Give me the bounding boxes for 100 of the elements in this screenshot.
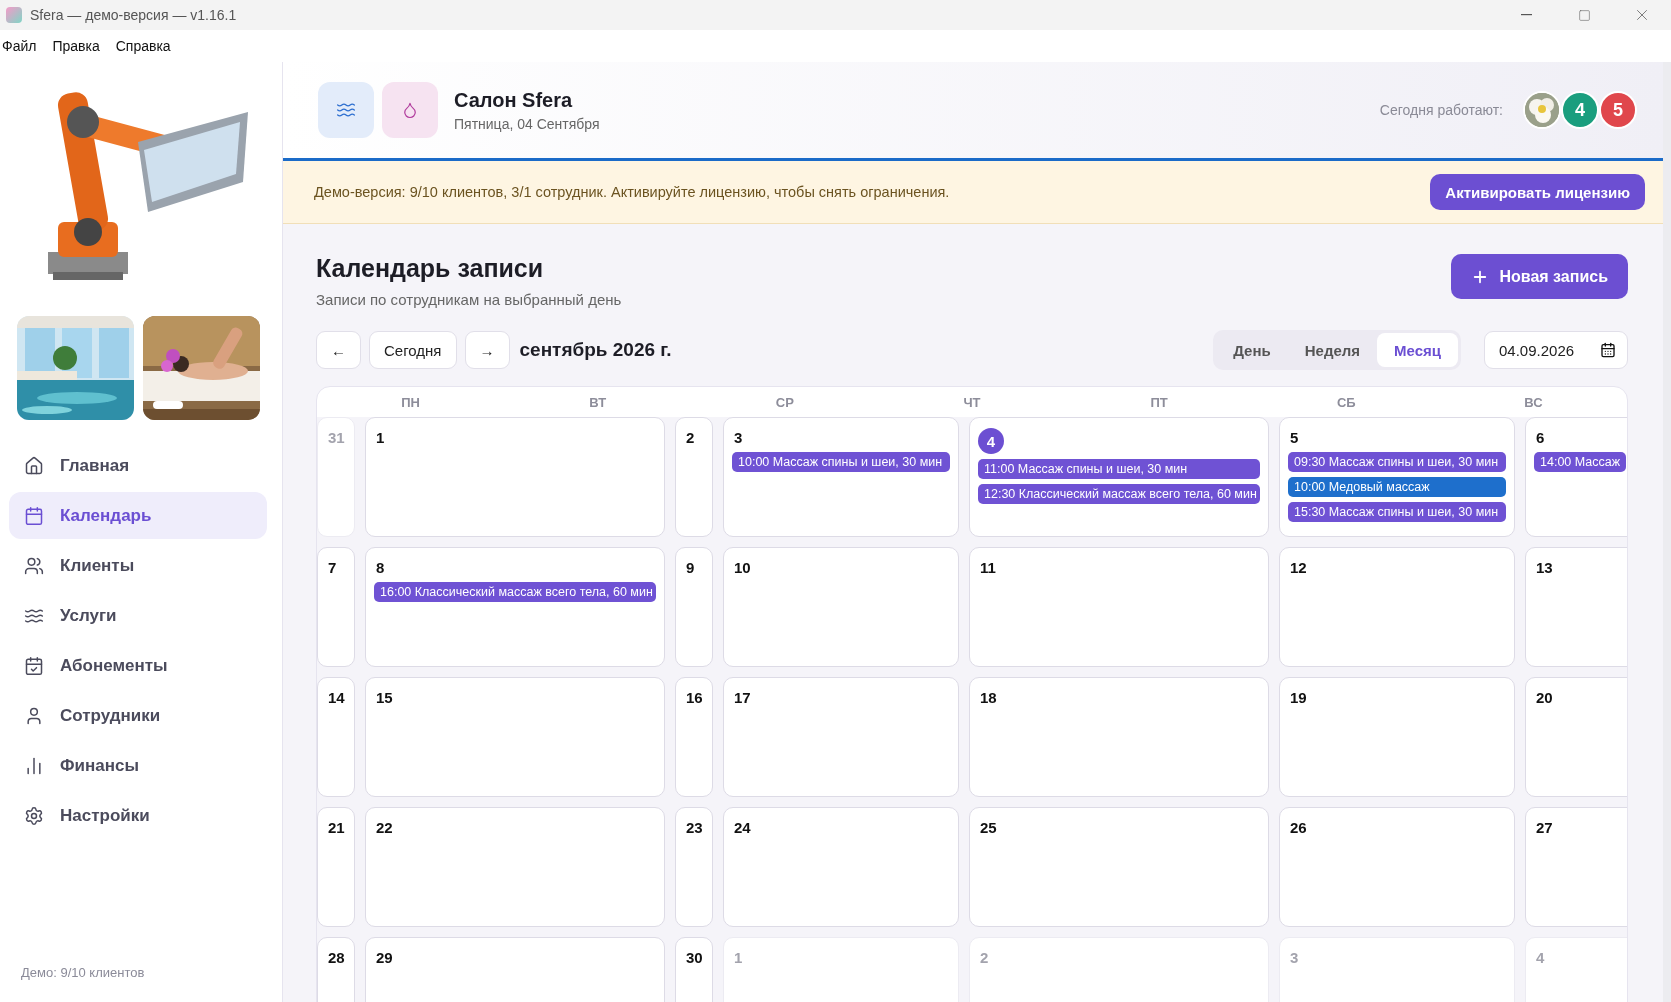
page-title: Календарь записи <box>316 254 545 283</box>
day-number: 15 <box>375 688 394 707</box>
day-number: 25 <box>979 818 998 837</box>
calendar-check-icon <box>24 655 44 676</box>
staff-avatar[interactable] <box>1523 91 1561 129</box>
settings-icon <box>24 805 44 826</box>
day-cell[interactable]: 25 <box>969 807 1269 927</box>
day-cell[interactable]: 14 <box>317 677 355 797</box>
window-title: Sfera — демо-версия — v1.16.1 <box>30 7 237 23</box>
user-icon <box>24 705 44 726</box>
day-cell[interactable]: 29 <box>365 937 665 1002</box>
day-cell[interactable]: 3 10:00 Массаж спины и шеи, 30 мин <box>723 417 959 537</box>
nav-item[interactable]: Главная <box>9 442 267 489</box>
day-number: 10 <box>733 558 752 577</box>
nav-item[interactable]: Абонементы <box>9 642 267 689</box>
day-cell[interactable]: 11 <box>969 547 1269 667</box>
day-cell[interactable]: 30 <box>675 937 713 1002</box>
day-number: 8 <box>375 558 386 577</box>
nav-item[interactable]: Настройки <box>9 792 267 839</box>
day-number: 24 <box>733 818 752 837</box>
day-number: 29 <box>375 948 394 967</box>
day-cell[interactable]: 1 <box>365 417 665 537</box>
appointment[interactable]: 09:30 Массаж спины и шеи, 30 мин <box>1288 452 1506 472</box>
day-cell[interactable]: 5 09:30 Массаж спины и шеи, 30 мин 10:00 Медовый массаж 15:30 Массаж спины и шеи, 30 мин <box>1279 417 1515 537</box>
menu-item[interactable]: Правка <box>50 38 108 54</box>
new-appointment-button[interactable]: Новая запись <box>1451 254 1628 299</box>
view-tab[interactable]: Месяц <box>1377 333 1458 367</box>
calendar-icon[interactable] <box>1600 342 1616 358</box>
nav-item[interactable]: Календарь <box>9 492 267 539</box>
day-cell[interactable]: 22 <box>365 807 665 927</box>
minimize-icon <box>1520 14 1532 16</box>
day-number: 3 <box>733 428 744 447</box>
day-cell[interactable]: 7 <box>317 547 355 667</box>
day-cell[interactable]: 24 <box>723 807 959 927</box>
appointment[interactable]: 16:00 Классический массаж всего тела, 60 мин <box>374 582 656 602</box>
appointment[interactable]: 14:00 Массаж <box>1534 452 1627 472</box>
day-number: 5 <box>1289 428 1300 447</box>
nav-item[interactable]: Клиенты <box>9 542 267 589</box>
day-cell[interactable]: 20 <box>1525 677 1627 797</box>
day-cell[interactable]: 2 <box>675 417 713 537</box>
appointment[interactable]: 10:00 Медовый массаж <box>1288 477 1506 497</box>
staff-avatar[interactable]: 5 <box>1599 91 1637 129</box>
weekday-label: ВТ <box>588 394 608 410</box>
menu-item[interactable]: Справка <box>113 38 179 54</box>
day-cell[interactable]: 23 <box>675 807 713 927</box>
day-number: 14 <box>327 688 346 707</box>
next-button[interactable]: → <box>464 331 510 369</box>
day-number: 2 <box>685 428 696 447</box>
day-cell[interactable]: 19 <box>1279 677 1515 797</box>
day-cell[interactable]: 16 <box>675 677 713 797</box>
day-number: 4 <box>1535 948 1546 967</box>
appointment[interactable]: 11:00 Массаж спины и шеи, 30 мин <box>978 459 1260 479</box>
day-cell[interactable]: 12 <box>1279 547 1515 667</box>
day-cell[interactable]: 6 14:00 Массаж <box>1525 417 1627 537</box>
view-tab[interactable]: День <box>1216 333 1288 367</box>
appointment[interactable]: 15:30 Массаж спины и шеи, 30 мин <box>1288 502 1506 522</box>
day-number: 9 <box>685 558 696 577</box>
day-cell[interactable]: 10 <box>723 547 959 667</box>
day-cell[interactable]: 13 <box>1525 547 1627 667</box>
menu-item[interactable]: Файл <box>0 38 45 54</box>
day-number: 31 <box>327 428 346 447</box>
page-subtitle: Записи по сотрудникам на выбранный день <box>316 291 622 308</box>
demo-note: Демо: 9/10 клиентов <box>20 965 146 982</box>
view-tab[interactable]: Неделя <box>1287 333 1378 367</box>
day-cell[interactable]: 17 <box>723 677 959 797</box>
day-cell[interactable]: 27 <box>1525 807 1627 927</box>
weekday-label: ПН <box>400 394 421 410</box>
day-number: 13 <box>1535 558 1554 577</box>
day-cell[interactable]: 18 <box>969 677 1269 797</box>
appointment[interactable]: 12:30 Классический массаж всего тела, 60 мин <box>978 484 1260 504</box>
day-cell[interactable]: 28 <box>317 937 355 1002</box>
drop-icon <box>382 82 438 138</box>
salon-date: Пятница, 04 Сентября <box>454 115 600 132</box>
day-number: 23 <box>685 818 704 837</box>
previous-button[interactable]: ← <box>316 331 361 369</box>
salon-title: Салон Sfera <box>454 88 574 112</box>
day-number: 1 <box>733 948 744 967</box>
app-logo-icon <box>6 7 22 23</box>
demo-banner-text: Демо-версия: 9/10 клиентов, 3/1 сотрудник. Активируйте лицензию, чтобы снять ограничения. <box>314 184 950 200</box>
appointment[interactable]: 10:00 Массаж спины и шеи, 30 мин <box>732 452 950 472</box>
day-number: 3 <box>1289 948 1300 967</box>
day-number: 21 <box>327 818 346 837</box>
day-cell[interactable]: 9 <box>675 547 713 667</box>
today-button[interactable]: Сегодня <box>369 331 457 369</box>
activate-license-button[interactable]: Активировать лицензию <box>1430 174 1645 210</box>
day-cell[interactable]: 8 16:00 Классический массаж всего тела, 60 мин <box>365 547 665 667</box>
date-field[interactable]: 04.09.2026 <box>1484 331 1628 369</box>
day-cell[interactable]: 21 <box>317 807 355 927</box>
staff-label: Сегодня работают: <box>1379 102 1503 118</box>
day-number: 18 <box>979 688 998 707</box>
maximize-icon <box>1577 8 1591 22</box>
users-icon <box>24 555 44 576</box>
nav-item[interactable]: Сотрудники <box>9 692 267 739</box>
day-cell[interactable]: 4 11:00 Массаж спины и шеи, 30 мин 12:30 Классический массаж всего тела, 60 мин <box>969 417 1269 537</box>
day-cell[interactable]: 26 <box>1279 807 1515 927</box>
nav-item[interactable]: Финансы <box>9 742 267 789</box>
nav-item[interactable]: Услуги <box>9 592 267 639</box>
day-cell[interactable]: 15 <box>365 677 665 797</box>
day-number: 20 <box>1535 688 1554 707</box>
day-number: 22 <box>375 818 394 837</box>
